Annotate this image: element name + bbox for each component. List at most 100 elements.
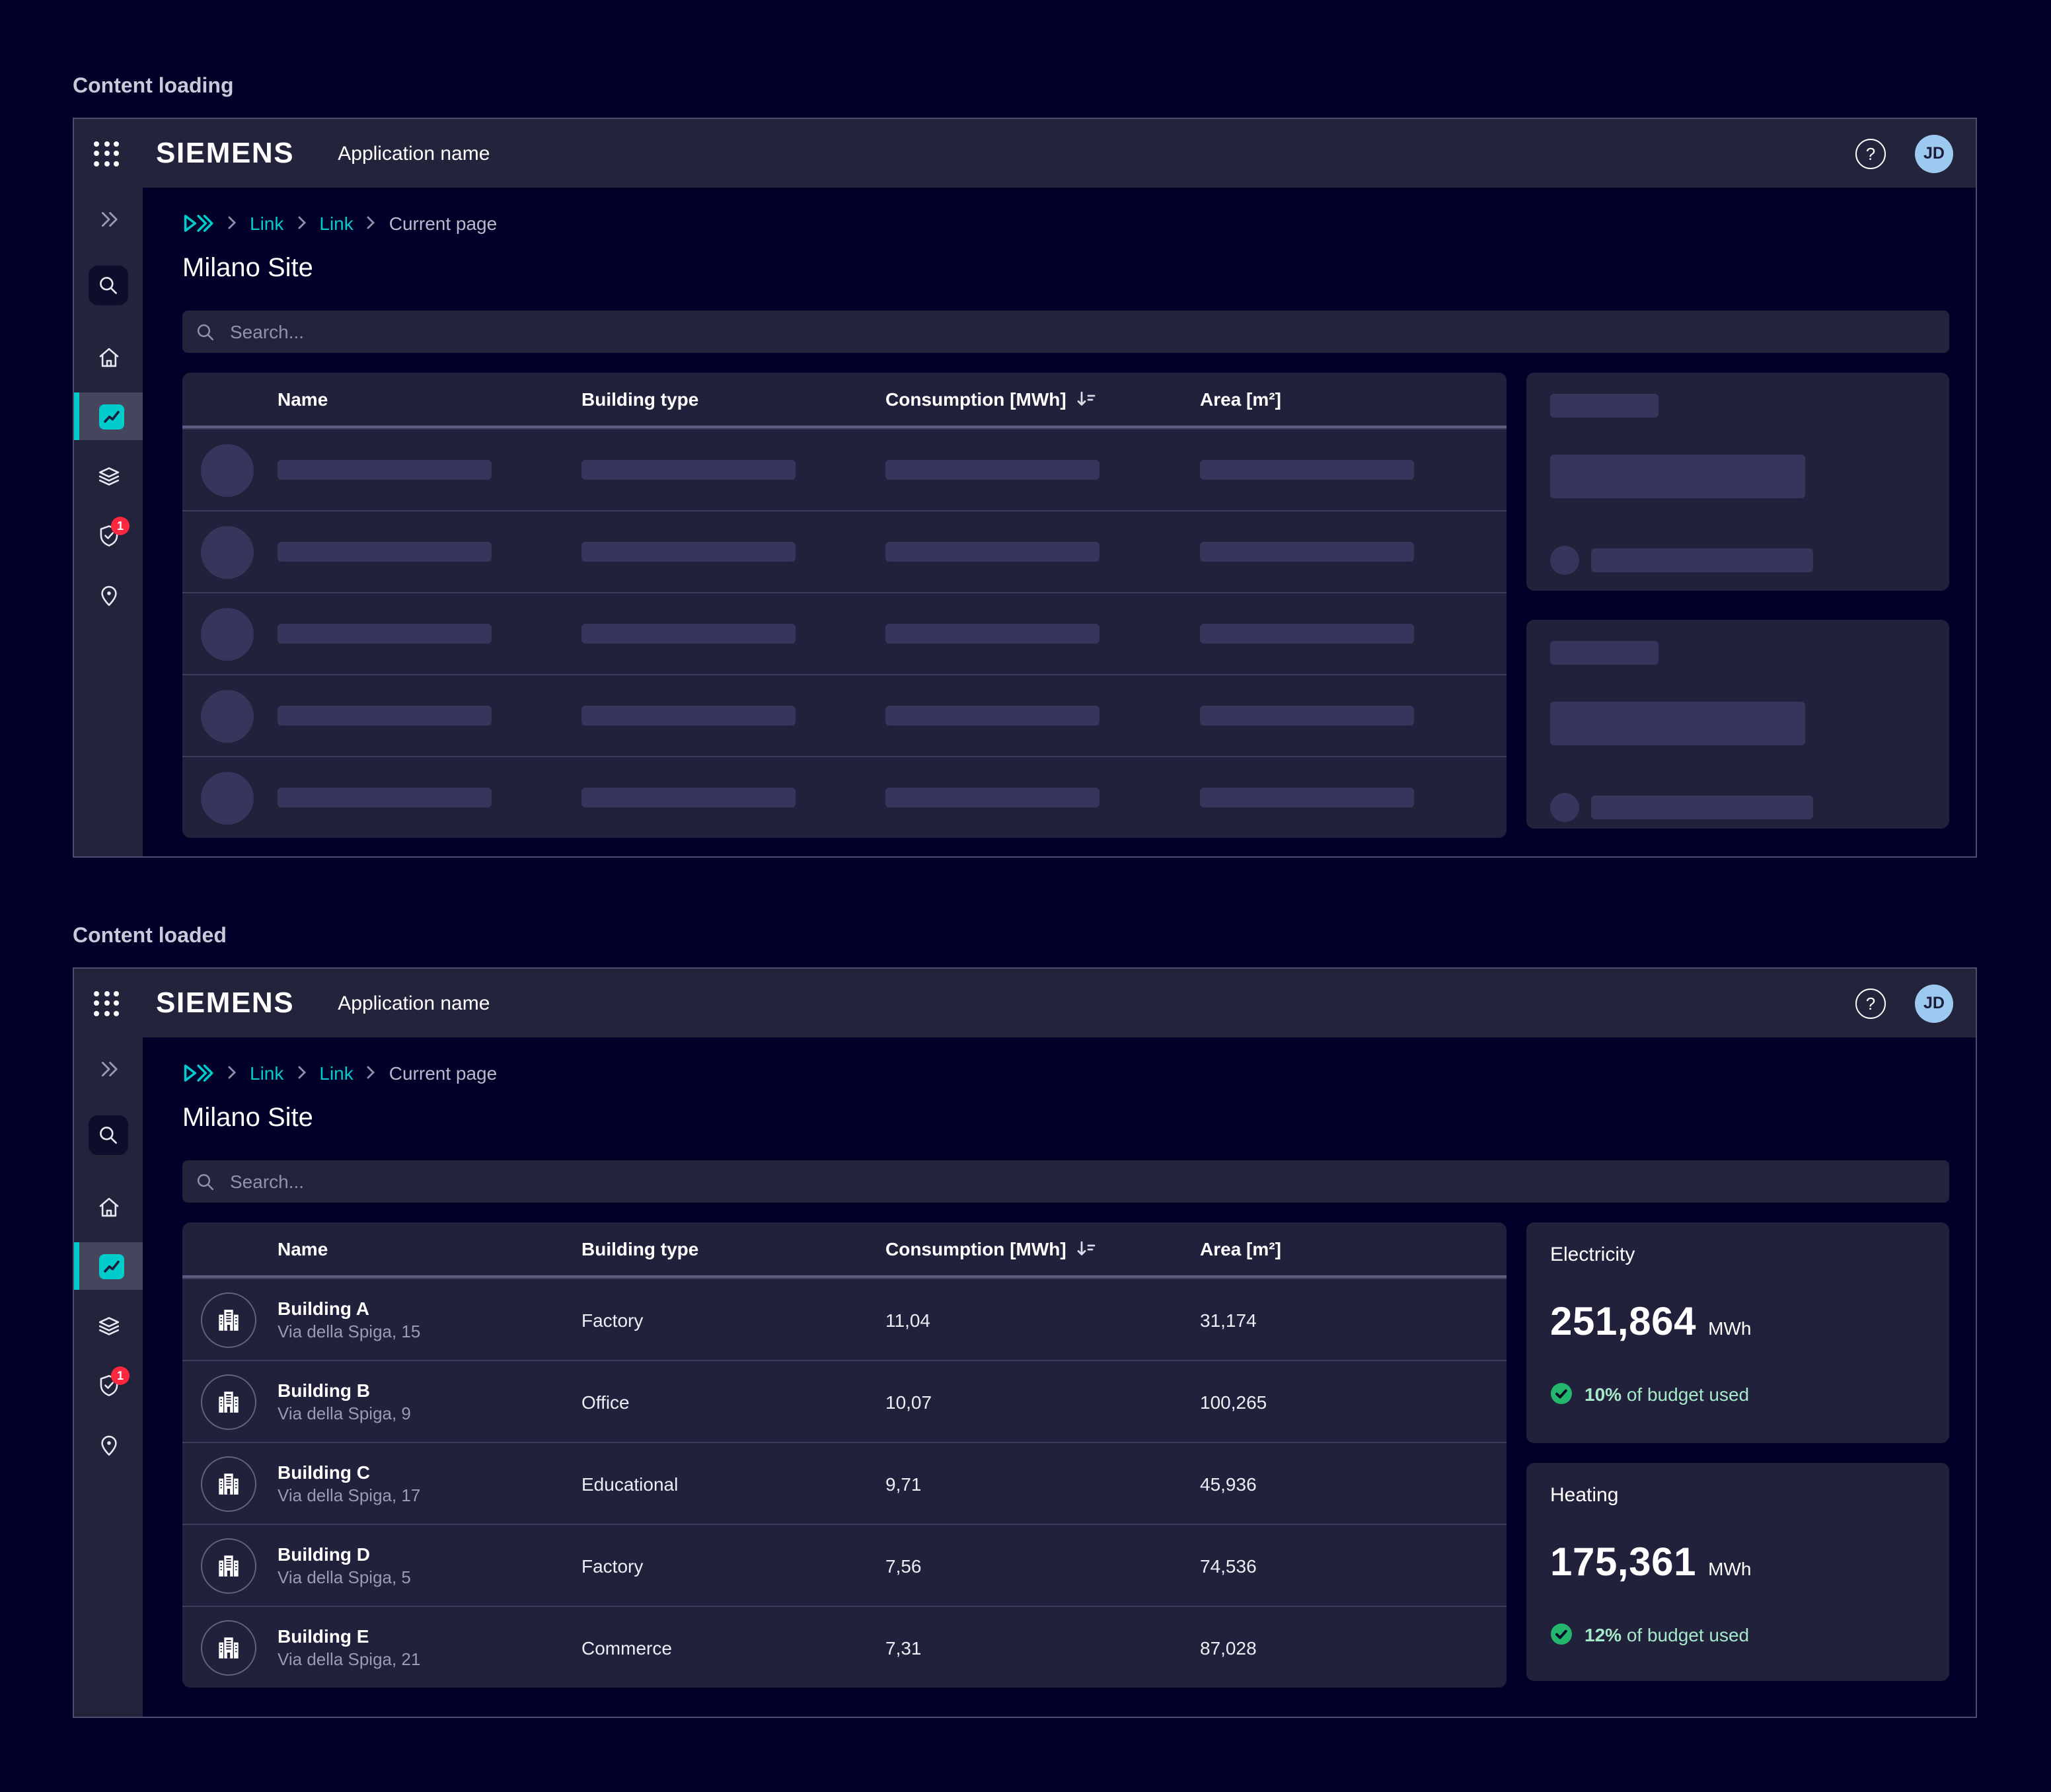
application-name: Application name — [338, 992, 490, 1014]
breadcrumb-link-1[interactable]: Link — [250, 212, 283, 233]
column-header-area[interactable]: Area [m²] — [1200, 389, 1507, 410]
building-avatar — [201, 1456, 256, 1511]
kpi-card-heating: Heating 175,361 MWh 12% of budget used — [1526, 1463, 1949, 1681]
siemens-logo: SIEMENS — [156, 136, 294, 170]
building-name: Building E — [278, 1624, 581, 1647]
table-row-building-a[interactable]: Building AVia della Spiga, 15 Factory 11… — [182, 1278, 1507, 1360]
search-input[interactable] — [227, 1170, 1936, 1193]
building-name: Building A — [278, 1296, 581, 1320]
kpi-card-electricity: Electricity 251,864 MWh 10% of budget us… — [1526, 1222, 1949, 1443]
building-icon — [215, 1388, 242, 1415]
sidebar-item-locations[interactable] — [74, 571, 143, 618]
column-header-name[interactable]: Name — [278, 1238, 581, 1259]
location-pin-icon — [96, 1432, 121, 1457]
kpi-value: 251,864 — [1550, 1300, 1696, 1345]
kpi-card-skeleton — [1526, 620, 1949, 829]
building-type: Factory — [581, 1555, 885, 1576]
user-avatar[interactable]: JD — [1915, 134, 1953, 172]
app-header-left: SIEMENS Application name — [94, 986, 490, 1020]
sidebar-item-layers[interactable] — [74, 452, 143, 500]
building-type: Factory — [581, 1309, 885, 1330]
sidebar-search-button[interactable] — [89, 1115, 128, 1155]
building-consumption: 11,04 — [885, 1309, 1200, 1330]
column-header-area[interactable]: Area [m²] — [1200, 1238, 1507, 1259]
skeleton-row — [182, 510, 1507, 592]
table-row-building-c[interactable]: Building CVia della Spiga, 17 Educationa… — [182, 1442, 1507, 1524]
building-area: 87,028 — [1200, 1637, 1507, 1658]
building-consumption: 7,31 — [885, 1637, 1200, 1658]
check-circle-icon — [1550, 1623, 1573, 1645]
breadcrumb-link-2[interactable]: Link — [319, 1062, 353, 1083]
chevron-separator-icon — [227, 215, 237, 230]
breadcrumb-root-icon[interactable] — [182, 1062, 214, 1083]
chevron-separator-icon — [297, 1065, 306, 1080]
layers-icon — [96, 463, 121, 488]
chevron-separator-icon — [367, 1065, 376, 1080]
sidebar-item-locations[interactable] — [74, 1421, 143, 1468]
table-row-building-e[interactable]: Building EVia della Spiga, 21 Commerce 7… — [182, 1606, 1507, 1688]
table-header-row: Name Building type Consumption [MWh] Are… — [182, 373, 1507, 428]
sidebar-item-home[interactable] — [74, 1183, 143, 1230]
building-consumption: 7,56 — [885, 1555, 1200, 1576]
table-row-building-d[interactable]: Building DVia della Spiga, 5 Factory 7,5… — [182, 1524, 1507, 1606]
location-pin-icon — [96, 582, 121, 607]
building-icon — [215, 1306, 242, 1333]
sidebar-search-button[interactable] — [89, 266, 128, 305]
column-header-name[interactable]: Name — [278, 389, 581, 410]
sidebar-item-home[interactable] — [74, 333, 143, 381]
help-icon[interactable]: ? — [1855, 988, 1886, 1018]
notification-badge: 1 — [111, 1366, 130, 1385]
breadcrumb-link-2[interactable]: Link — [319, 212, 353, 233]
building-address: Via della Spiga, 5 — [278, 1566, 581, 1589]
app-header: SIEMENS Application name ? JD — [74, 119, 1976, 188]
search-input[interactable] — [227, 320, 1936, 344]
sort-descending-icon — [1076, 1240, 1096, 1258]
breadcrumb-link-1[interactable]: Link — [250, 1062, 283, 1083]
chevron-double-right-icon — [97, 1058, 120, 1079]
column-header-consumption[interactable]: Consumption [MWh] — [885, 1238, 1200, 1259]
app-launcher-icon[interactable] — [94, 141, 119, 166]
app-launcher-icon[interactable] — [94, 990, 119, 1016]
sidebar-expand-button[interactable] — [97, 207, 120, 230]
building-avatar — [201, 1620, 256, 1675]
building-type: Educational — [581, 1473, 885, 1494]
search-bar — [182, 1160, 1949, 1203]
column-header-type[interactable]: Building type — [581, 1238, 885, 1259]
line-chart-icon — [98, 404, 124, 429]
chevron-double-right-icon — [97, 208, 120, 229]
column-header-consumption[interactable]: Consumption [MWh] — [885, 389, 1200, 410]
search-bar — [182, 311, 1949, 353]
table-row-building-b[interactable]: Building BVia della Spiga, 9 Office 10,0… — [182, 1360, 1507, 1442]
budget-status: 12% of budget used — [1585, 1624, 1749, 1645]
notification-badge: 1 — [111, 517, 130, 535]
layers-icon — [96, 1313, 121, 1338]
column-header-type[interactable]: Building type — [581, 389, 885, 410]
kpi-unit: MWh — [1708, 1318, 1751, 1339]
building-area: 74,536 — [1200, 1555, 1507, 1576]
sidebar-expand-button[interactable] — [97, 1057, 120, 1080]
home-icon — [96, 344, 121, 369]
section-label-loaded: Content loaded — [73, 858, 2051, 949]
sort-descending-icon — [1076, 390, 1096, 408]
search-icon — [98, 275, 119, 296]
sidebar-item-analytics-active[interactable] — [74, 1242, 143, 1290]
building-avatar — [201, 1538, 256, 1593]
stage: Content loading SIEMENS Application name… — [0, 0, 2051, 1792]
breadcrumb-root-icon[interactable] — [182, 212, 214, 233]
page-title: Milano Site — [182, 254, 1949, 284]
content-area: Link Link Current page Milano Site — [143, 188, 1976, 856]
sidebar-item-compliance[interactable]: 1 — [74, 511, 143, 559]
building-name: Building C — [278, 1460, 581, 1483]
sidebar-item-analytics-active[interactable] — [74, 392, 143, 440]
check-circle-icon — [1550, 1382, 1573, 1405]
sidebar-item-compliance[interactable]: 1 — [74, 1361, 143, 1409]
skeleton-row — [182, 592, 1507, 674]
building-consumption: 10,07 — [885, 1391, 1200, 1412]
kpi-unit: MWh — [1708, 1558, 1751, 1579]
content-area: Link Link Current page Milano Site — [143, 1037, 1976, 1717]
help-icon[interactable]: ? — [1855, 138, 1886, 168]
sidebar-item-layers[interactable] — [74, 1302, 143, 1349]
breadcrumb-current: Current page — [389, 1062, 497, 1083]
section-label-loading: Content loading — [73, 0, 2051, 99]
user-avatar[interactable]: JD — [1915, 984, 1953, 1022]
